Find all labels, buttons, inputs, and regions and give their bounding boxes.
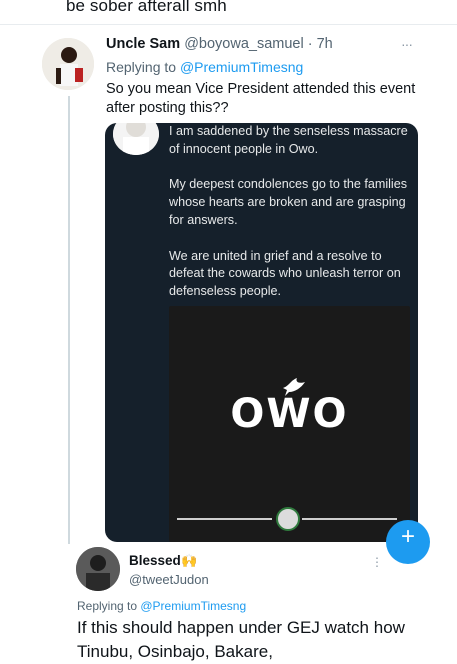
avatar-blessed[interactable] bbox=[76, 547, 120, 591]
avatar-image bbox=[76, 547, 120, 591]
avatar-uncle-sam[interactable] bbox=[42, 38, 94, 90]
replying-handle-link[interactable]: @PremiumTimesng bbox=[180, 59, 303, 75]
avatar-image bbox=[42, 38, 94, 90]
author-handle[interactable]: @tweetJudon bbox=[129, 572, 209, 587]
author-name[interactable]: Uncle Sam bbox=[106, 36, 180, 52]
author-name[interactable]: Blessed bbox=[129, 553, 181, 568]
previous-tweet-text: be sober afterall smh bbox=[66, 0, 227, 15]
compose-tweet-button[interactable] bbox=[386, 520, 430, 564]
tweet-body: If this should happen under GEJ watch ho… bbox=[77, 618, 405, 661]
embedded-tweet-text: I am saddened by the senseless massacre … bbox=[169, 123, 413, 319]
embedded-paragraph: My deepest condolences go to the familie… bbox=[169, 177, 408, 227]
embedded-paragraph: I am saddened by the senseless massacre … bbox=[169, 124, 408, 156]
tweet-time[interactable]: · 7h bbox=[308, 36, 333, 52]
raised-hands-icon: 🙌 bbox=[181, 553, 198, 568]
replying-to: Replying to @PremiumTimesng bbox=[106, 59, 303, 75]
progress-bar-left[interactable] bbox=[177, 518, 272, 520]
tweet-author[interactable]: Uncle Sam @boyowa_samuel · 7h bbox=[106, 36, 333, 52]
more-options-icon[interactable]: ··· bbox=[401, 36, 413, 52]
tweet-body: So you mean Vice President attended this… bbox=[106, 81, 416, 116]
replying-handle-link[interactable]: @PremiumTimesng bbox=[140, 599, 246, 613]
video-title: OWO bbox=[230, 391, 349, 437]
embedded-avatar bbox=[113, 123, 159, 155]
embedded-paragraph: We are united in grief and a resolve to … bbox=[169, 248, 401, 299]
embedded-media[interactable]: I am saddened by the senseless massacre … bbox=[105, 123, 418, 542]
more-options-icon[interactable]: ⋮ bbox=[371, 555, 383, 569]
video-player[interactable]: OWO bbox=[169, 306, 410, 542]
replying-prefix: Replying to bbox=[106, 59, 180, 75]
replying-prefix: Replying to bbox=[77, 599, 141, 613]
thread-line bbox=[68, 96, 70, 544]
author-handle[interactable]: @boyowa_samuel bbox=[184, 36, 304, 52]
coat-of-arms-icon bbox=[276, 507, 300, 531]
replying-to: Replying to @PremiumTimesng bbox=[77, 599, 246, 613]
progress-bar-right[interactable] bbox=[302, 518, 397, 520]
divider bbox=[0, 24, 457, 25]
